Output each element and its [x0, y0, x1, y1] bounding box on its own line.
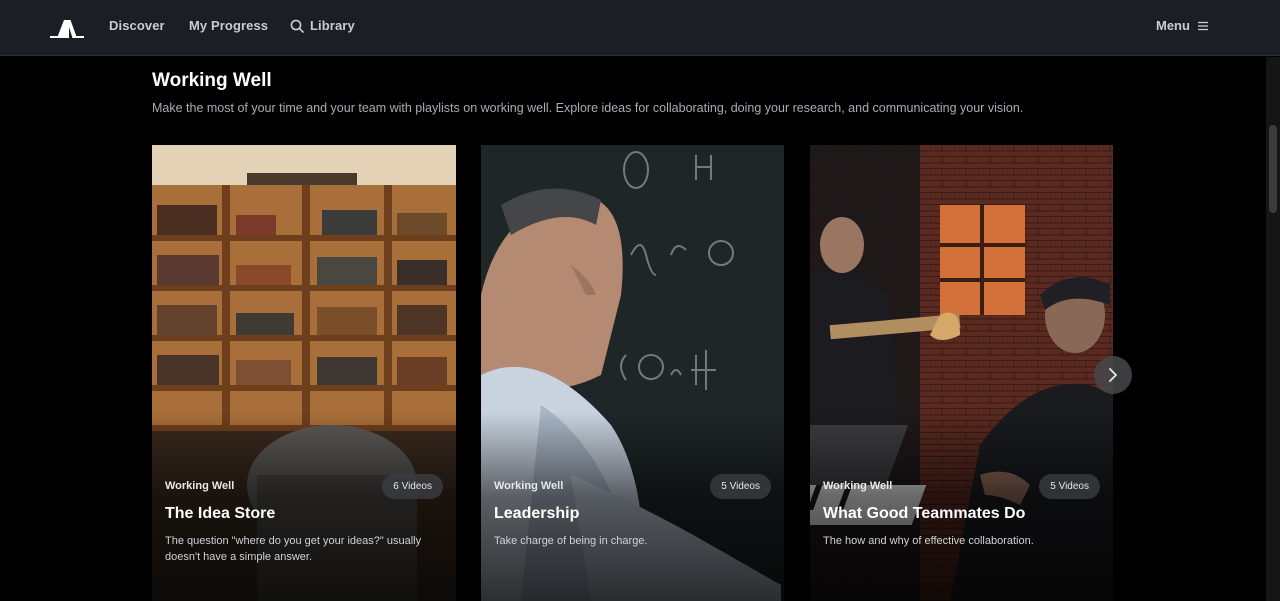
card-description: The how and why of effective collaborati…	[823, 535, 1034, 547]
menu-label: Menu	[1156, 18, 1190, 33]
chevron-right-icon	[1109, 368, 1117, 382]
masterclass-logo-icon[interactable]	[50, 17, 84, 39]
section-title: Working Well	[152, 70, 272, 91]
card-category: Working Well	[823, 480, 893, 492]
video-count-badge: 6 Videos	[382, 474, 443, 499]
nav-my-progress-link[interactable]: My Progress	[189, 18, 268, 33]
playlist-card-leadership[interactable]: Working Well 5 Videos Leadership Take ch…	[481, 145, 784, 601]
video-count-badge: 5 Videos	[1039, 474, 1100, 499]
card-title: The Idea Store	[165, 505, 276, 522]
hamburger-icon	[1197, 21, 1208, 30]
menu-button[interactable]: Menu	[1156, 18, 1209, 33]
scrollbar-thumb[interactable]	[1269, 125, 1277, 213]
card-category: Working Well	[165, 480, 235, 492]
nav-library-label: Library	[310, 18, 355, 33]
search-icon	[290, 19, 304, 33]
carousel-next-button[interactable]	[1094, 356, 1132, 394]
playlist-card-good-teammates[interactable]: Working Well 5 Videos What Good Teammate…	[810, 145, 1113, 601]
card-title: Leadership	[494, 505, 580, 522]
video-count-badge: 5 Videos	[710, 474, 771, 499]
top-navigation: Discover My Progress Library Menu	[0, 0, 1280, 56]
card-description: Take charge of being in charge.	[494, 535, 648, 547]
card-description: The question "where do you get your idea…	[165, 535, 422, 563]
nav-library-link[interactable]: Library	[290, 18, 355, 33]
card-category: Working Well	[494, 480, 564, 492]
playlist-card-idea-store[interactable]: Working Well 6 Videos The Idea Store The…	[152, 145, 456, 601]
section-description: Make the most of your time and your team…	[152, 101, 1024, 115]
nav-discover-link[interactable]: Discover	[109, 18, 165, 33]
card-title: What Good Teammates Do	[823, 505, 1026, 522]
